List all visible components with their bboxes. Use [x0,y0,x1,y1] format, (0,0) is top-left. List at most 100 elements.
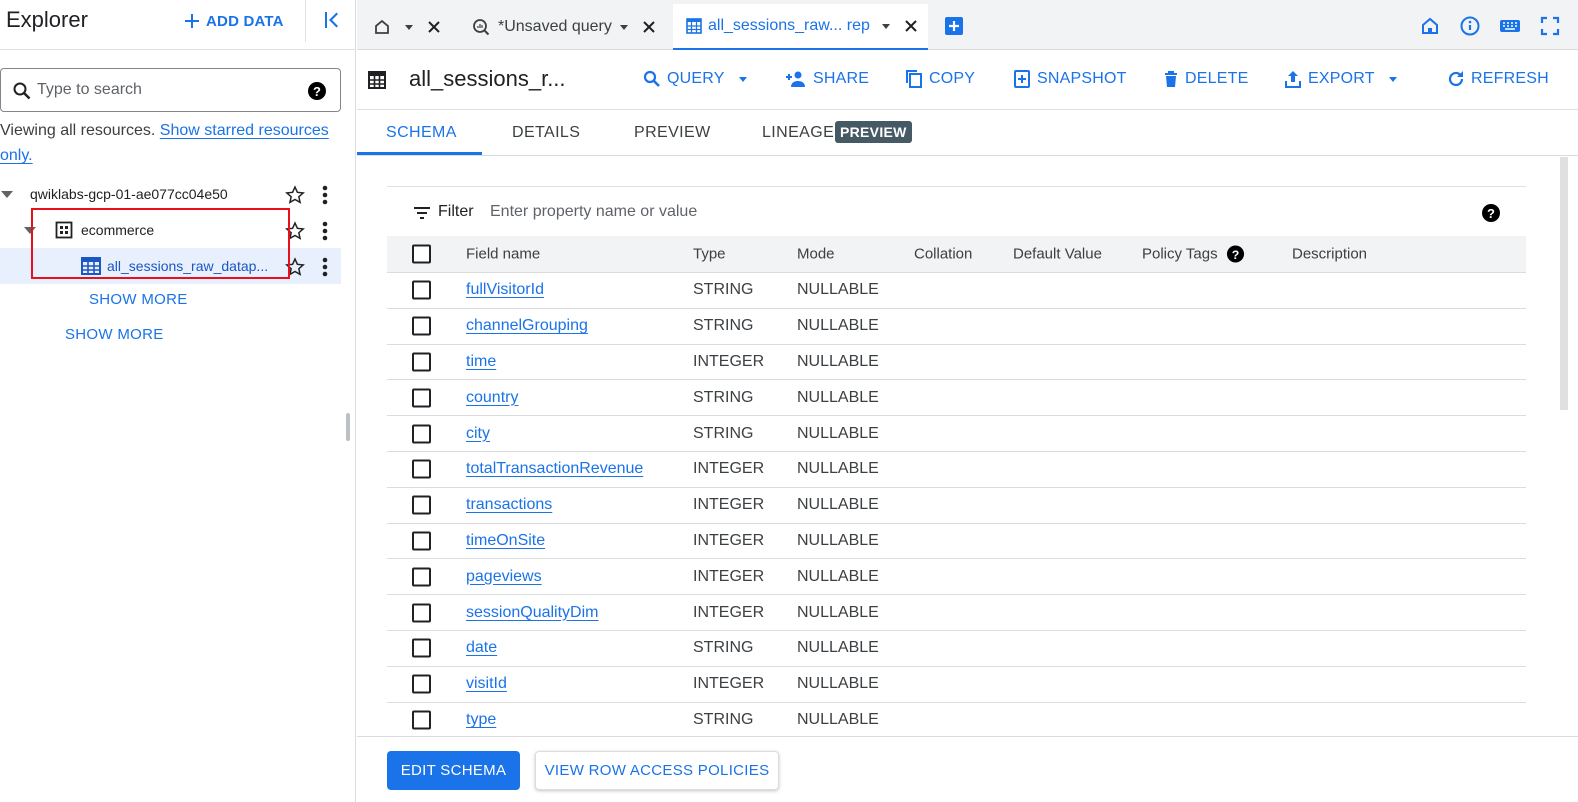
tab-lineage[interactable]: LINEAGE [762,124,834,142]
tab-preview[interactable]: PREVIEW [634,124,711,142]
header-policy-tags[interactable]: Policy Tags ? [1142,245,1245,264]
edit-schema-button[interactable]: EDIT SCHEMA [387,751,520,790]
row-checkbox[interactable] [412,638,431,658]
select-all-checkbox[interactable] [412,244,431,264]
collapse-panel-button[interactable] [322,10,342,30]
view-row-access-policies-button[interactable]: VIEW ROW ACCESS POLICIES [535,751,779,790]
field-type-cell: STRING [693,317,754,335]
show-more-tables-button[interactable]: SHOW MORE [89,291,188,308]
field-name-link[interactable]: time [466,353,496,370]
row-checkbox[interactable] [412,495,431,515]
snapshot-button[interactable]: SNAPSHOT [1013,70,1127,88]
svg-text:?: ? [1487,206,1495,221]
header-collation[interactable]: Collation [914,246,972,263]
copy-button[interactable]: COPY [905,70,975,88]
tab-home[interactable] [373,4,453,50]
tab-table[interactable]: all_sessions_raw... rep [673,4,928,50]
field-name-link[interactable]: pageviews [466,568,542,585]
close-icon[interactable] [427,20,441,34]
field-mode-cell: NULLABLE [797,496,879,514]
field-name-link[interactable]: fullVisitorId [466,281,544,298]
chevron-down-icon[interactable] [880,20,892,32]
table-row[interactable]: date STRING NULLABLE [387,631,1526,667]
row-checkbox[interactable] [412,674,431,694]
help-icon[interactable]: ? [1226,245,1245,264]
row-checkbox[interactable] [412,459,431,479]
field-name-link[interactable]: sessionQualityDim [466,604,598,621]
row-checkbox[interactable] [412,567,431,587]
row-checkbox[interactable] [412,280,431,300]
table-row[interactable]: fullVisitorId STRING NULLABLE [387,273,1526,309]
tree-item-project[interactable]: qwiklabs-gcp-01-ae077cc04e50 [0,176,341,212]
field-name-link[interactable]: timeOnSite [466,532,545,549]
header-field-name[interactable]: Field name [466,246,540,263]
row-checkbox[interactable] [412,710,431,730]
star-icon[interactable] [285,185,305,205]
row-checkbox[interactable] [412,316,431,336]
header-type[interactable]: Type [693,246,726,263]
help-icon[interactable]: ? [307,81,327,101]
table-row[interactable]: transactions INTEGER NULLABLE [387,488,1526,524]
refresh-button[interactable]: REFRESH [1447,70,1549,88]
add-data-button[interactable]: ADD DATA [184,10,284,32]
share-button[interactable]: SHARE [785,70,869,88]
expand-caret-icon[interactable] [0,187,14,201]
field-type-cell: INTEGER [693,352,765,370]
header-description[interactable]: Description [1292,246,1367,263]
table-row[interactable]: visitId INTEGER NULLABLE [387,667,1526,703]
row-checkbox[interactable] [412,388,431,408]
chevron-down-icon[interactable] [403,21,415,33]
svg-text:?: ? [1231,248,1239,262]
more-vert-icon[interactable] [318,184,332,206]
table-row[interactable]: type STRING NULLABLE [387,703,1526,739]
vertical-scrollbar[interactable] [1560,157,1568,410]
header-default-value[interactable]: Default Value [1013,246,1102,263]
table-row[interactable]: timeOnSite INTEGER NULLABLE [387,524,1526,560]
tab-details[interactable]: DETAILS [512,124,580,142]
row-checkbox[interactable] [412,603,431,623]
delete-button[interactable]: DELETE [1163,70,1248,88]
close-icon[interactable] [642,20,656,34]
filter-icon [414,207,430,219]
row-checkbox[interactable] [412,352,431,372]
table-row[interactable]: channelGrouping STRING NULLABLE [387,309,1526,345]
tab-schema[interactable]: SCHEMA [386,124,457,142]
field-name-link[interactable]: city [466,425,490,442]
help-icon[interactable]: ? [1481,203,1501,223]
chevron-down-icon[interactable] [618,21,630,33]
fullscreen-icon[interactable] [1540,16,1560,36]
add-tab-icon[interactable] [944,16,964,36]
close-icon[interactable] [904,19,918,33]
filter-input[interactable] [490,201,890,223]
field-name-link[interactable]: visitId [466,675,507,692]
home-icon[interactable] [1420,16,1440,36]
table-row[interactable]: city STRING NULLABLE [387,416,1526,452]
row-checkbox[interactable] [412,424,431,444]
field-mode-cell: NULLABLE [797,710,879,728]
field-name-link[interactable]: channelGrouping [466,317,588,334]
keyboard-icon[interactable] [1499,16,1521,36]
field-name-link[interactable]: transactions [466,496,552,513]
field-type-cell: STRING [693,281,754,299]
table-row[interactable]: pageviews INTEGER NULLABLE [387,559,1526,596]
more-vert-icon[interactable] [318,220,332,242]
table-row[interactable]: country STRING NULLABLE [387,380,1526,417]
tab-unsaved-query[interactable]: *Unsaved query [472,4,662,50]
field-name-link[interactable]: type [466,711,496,728]
table-row[interactable]: time INTEGER NULLABLE [387,345,1526,381]
schema-table: Field name Type Mode Collation Default V… [387,236,1526,739]
panel-resize-handle[interactable] [346,413,350,441]
table-row[interactable]: totalTransactionRevenue INTEGER NULLABLE [387,452,1526,488]
field-name-link[interactable]: totalTransactionRevenue [466,460,643,477]
query-button[interactable]: QUERY [643,70,749,88]
field-name-link[interactable]: country [466,389,518,406]
export-button[interactable]: EXPORT [1284,70,1399,88]
more-vert-icon[interactable] [318,256,332,278]
show-more-datasets-button[interactable]: SHOW MORE [65,326,164,343]
info-icon[interactable] [1460,16,1480,36]
search-input[interactable] [37,79,297,101]
table-row[interactable]: sessionQualityDim INTEGER NULLABLE [387,595,1526,631]
field-name-link[interactable]: date [466,639,497,656]
row-checkbox[interactable] [412,531,431,551]
header-mode[interactable]: Mode [797,246,835,263]
